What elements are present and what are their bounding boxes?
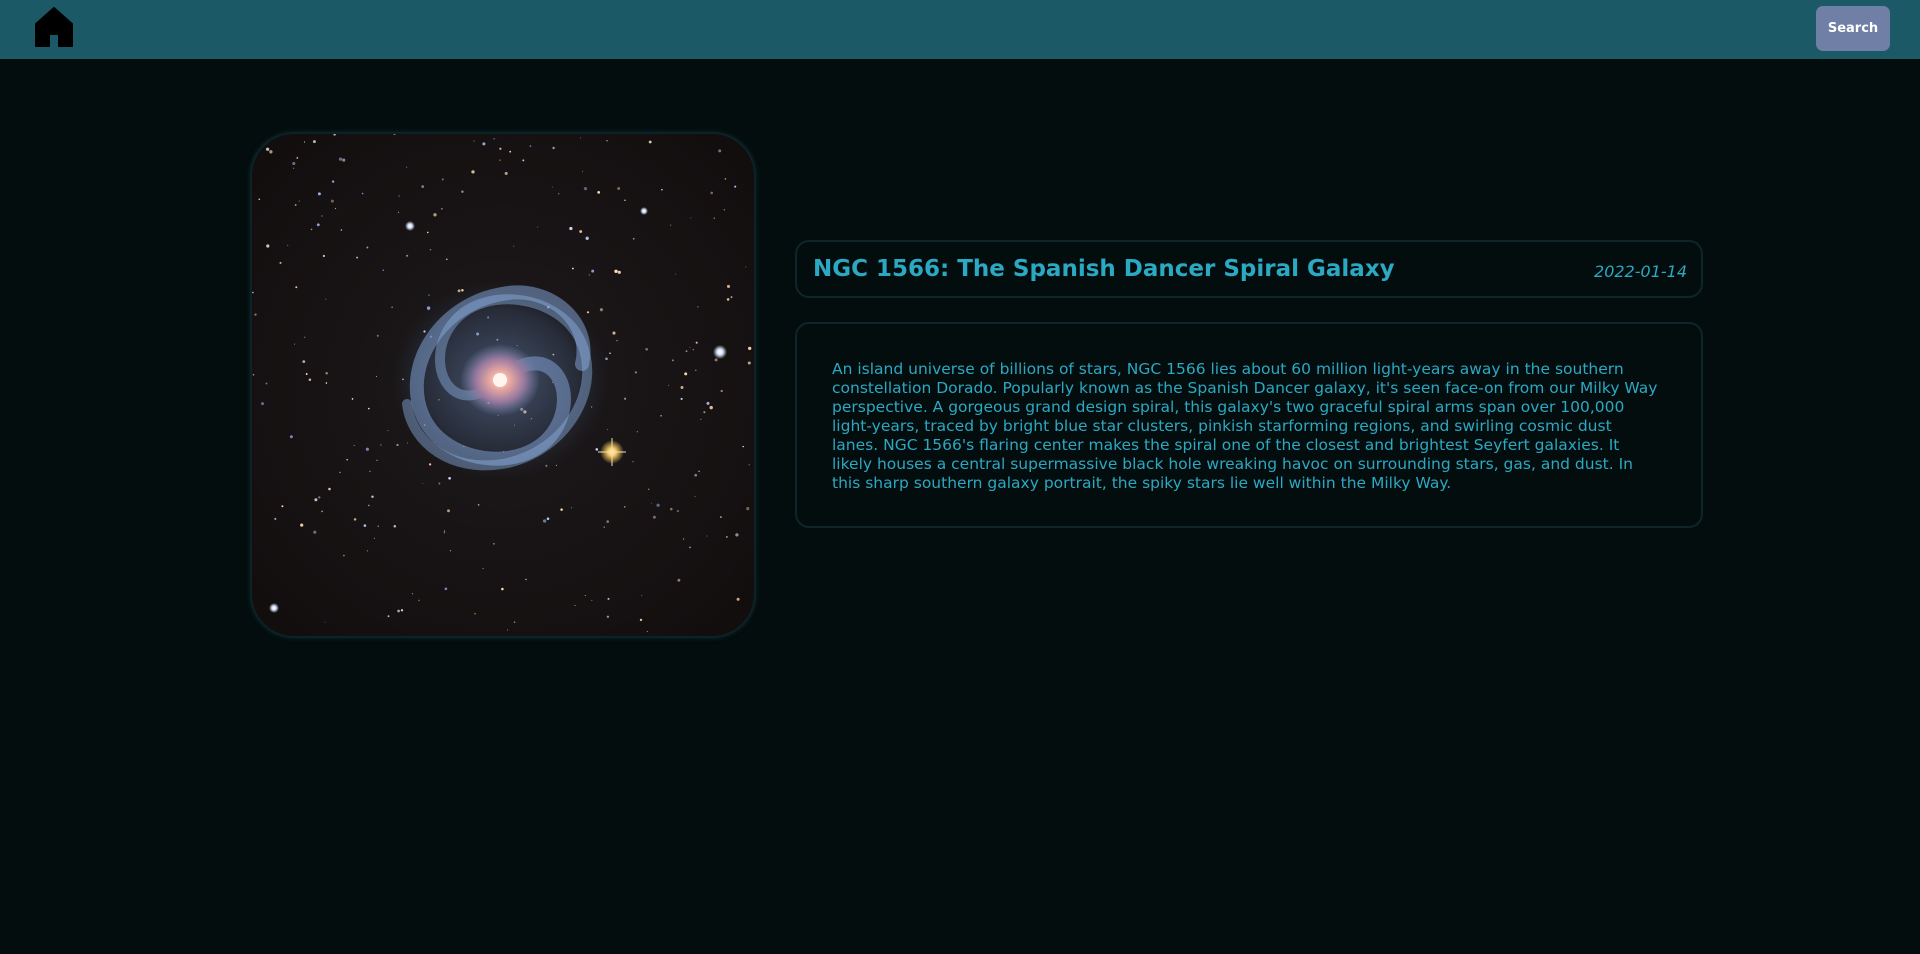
search-button[interactable]: Search [1816,6,1890,51]
entry-description: An island universe of billions of stars,… [832,360,1658,492]
description-card: An island universe of billions of stars,… [795,322,1703,528]
home-icon[interactable] [34,6,74,48]
galaxy-image [250,132,756,638]
entry-title: NGC 1566: The Spanish Dancer Spiral Gala… [813,256,1395,282]
top-nav-bar: Search [0,0,1920,59]
title-card: NGC 1566: The Spanish Dancer Spiral Gala… [795,240,1703,298]
entry-date: 2022-01-14 [1594,262,1687,281]
